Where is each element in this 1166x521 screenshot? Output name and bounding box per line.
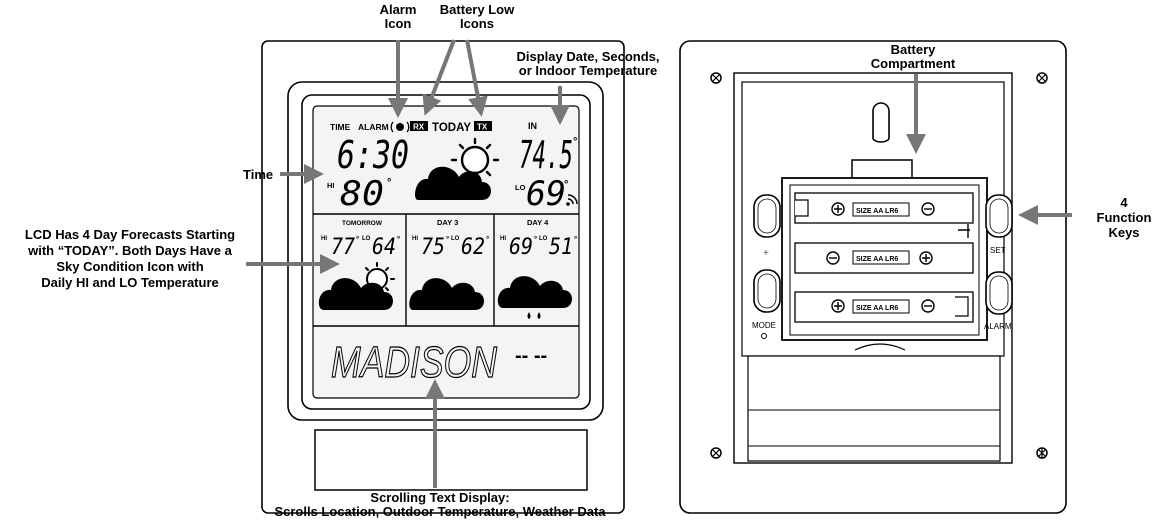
weather-station-diagram: TIME ALARM RX TODAY TX IN 6:30 HI 80 ° 7… xyxy=(25,2,1152,519)
mode-button-label: MODE xyxy=(752,321,776,330)
today-label: TODAY xyxy=(432,122,471,134)
battery-compartment-callout-2: Compartment xyxy=(871,56,956,71)
day3-lo-value: 51 xyxy=(549,235,573,260)
keyhole-icon xyxy=(872,102,890,143)
rx-label: RX xyxy=(413,123,425,132)
scrolling-callout-2: Scrolls Location, Outdoor Temperature, W… xyxy=(274,504,606,519)
screw-icon xyxy=(710,72,722,84)
lcd-forecast-callout-2: with “TODAY”. Both Days Have a xyxy=(27,243,232,258)
battery-slot-2: SIZE AA LR6 xyxy=(794,242,974,274)
forecast-day-3-label: DAY 4 xyxy=(527,218,549,227)
day1-hi-label: HI xyxy=(321,236,327,242)
hi-label: HI xyxy=(327,181,335,190)
alarm-icon-callout-1: Alarm xyxy=(380,2,417,17)
battery-1-label: SIZE AA LR6 xyxy=(856,208,898,215)
lcd-alarm-label: ALARM xyxy=(358,122,389,132)
day1-lo-value: 64 xyxy=(372,235,396,260)
indoor-temp-value: 74.5 xyxy=(519,133,573,177)
today-lo-degree: ° xyxy=(564,179,568,191)
mode-led-icon xyxy=(761,333,767,339)
today-hi-degree: ° xyxy=(387,177,391,189)
scrolling-callout-1: Scrolling Text Display: xyxy=(370,490,509,505)
day1-hi-value: 77 xyxy=(331,235,356,260)
front-unit: TIME ALARM RX TODAY TX IN 6:30 HI 80 ° 7… xyxy=(261,40,625,514)
battery-2-label: SIZE AA LR6 xyxy=(856,256,898,263)
battery-low-callout-2: Icons xyxy=(460,16,494,31)
day1-hi-degree: ° xyxy=(356,235,359,244)
lcd-time-label: TIME xyxy=(330,122,351,132)
scroll-text: MADISON xyxy=(331,338,497,387)
battery-terminal xyxy=(955,296,969,317)
function-keys-callout-2: Function xyxy=(1097,210,1152,225)
day3-hi-value: 69 xyxy=(509,235,533,260)
day1-lo-degree: ° xyxy=(397,235,400,244)
day1-lo-label: LO xyxy=(362,236,371,242)
battery-slot-1: SIZE AA LR6 xyxy=(794,192,974,224)
display-date-callout-1: Display Date, Seconds, xyxy=(516,49,659,64)
function-keys-callout-3: Keys xyxy=(1108,225,1139,240)
day3-lo-degree: ° xyxy=(574,235,577,244)
forecast-day-1-label: TOMORROW xyxy=(342,220,383,227)
battery-slot-3: SIZE AA LR6 xyxy=(794,291,974,323)
screw-icon xyxy=(1036,447,1048,459)
lcd-forecast-callout-3: Sky Condition Icon with xyxy=(56,259,203,274)
indoor-temp-degree: ° xyxy=(573,136,577,148)
screw-icon xyxy=(1036,72,1048,84)
lcd-forecast-callout-4: Daily HI and LO Temperature xyxy=(41,275,218,290)
day2-hi-label: HI xyxy=(412,236,418,242)
day3-hi-degree: ° xyxy=(534,235,537,244)
alarm-icon-callout-2: Icon xyxy=(385,16,412,31)
battery-3-label: SIZE AA LR6 xyxy=(856,305,898,312)
lcd-forecast-callout-1: LCD Has 4 Day Forecasts Starting xyxy=(25,227,235,242)
battery-compartment-callout-1: Battery xyxy=(891,42,937,57)
day3-lo-label: LO xyxy=(539,236,548,242)
today-hi-value: 80 xyxy=(340,174,384,214)
in-label: IN xyxy=(528,121,537,131)
day2-hi-value: 75 xyxy=(421,235,445,260)
back-unit: SIZE AA LR6 SIZE AA LR6 SIZE AA LR6 + MO… xyxy=(679,40,1067,514)
day2-lo-value: 62 xyxy=(461,235,485,260)
tx-label: TX xyxy=(477,123,488,132)
day2-lo-degree: ° xyxy=(486,235,489,244)
time-callout: Time xyxy=(243,167,273,182)
screw-icon xyxy=(710,447,722,459)
time-value: 6:30 xyxy=(337,133,409,177)
battery-low-callout-1: Battery Low xyxy=(440,2,515,17)
back-lower-door xyxy=(747,355,1001,462)
battery-spring-left xyxy=(795,199,809,217)
function-keys-callout-1: 4 xyxy=(1120,195,1128,210)
lo-label: LO xyxy=(515,183,526,192)
day2-hi-degree: ° xyxy=(446,235,449,244)
set-button-label: SET xyxy=(990,246,1006,255)
alarm-button-label: ALARM xyxy=(984,322,1012,331)
today-lo-value: 69 xyxy=(526,174,566,214)
display-date-callout-2: or Indoor Temperature xyxy=(519,63,657,78)
scroll-suffix: -- -- xyxy=(515,345,547,367)
day2-lo-label: LO xyxy=(451,236,460,242)
front-lower-panel xyxy=(314,429,588,491)
forecast-day-2-label: DAY 3 xyxy=(437,218,458,227)
day3-hi-label: HI xyxy=(500,236,506,242)
plus-button-label: + xyxy=(763,248,769,259)
